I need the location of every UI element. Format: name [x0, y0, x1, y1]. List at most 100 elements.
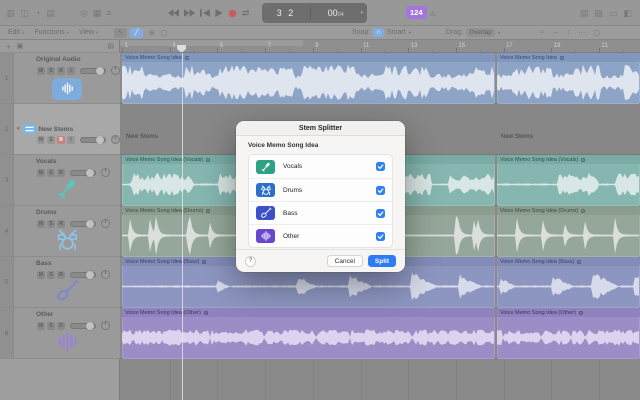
help-button[interactable]: ? [245, 256, 256, 267]
loops-icon[interactable]: ◫ [21, 9, 30, 18]
menu-edit[interactable]: Edit▾ [8, 29, 24, 36]
track-header-other[interactable]: 6OtherMSR [0, 308, 120, 359]
disclosure-triangle-icon[interactable]: ▾ [17, 126, 20, 132]
solo-button[interactable]: S [47, 136, 55, 144]
record-enable-button[interactable]: R [57, 67, 65, 75]
mute-button[interactable]: M [37, 322, 45, 330]
lcd-display[interactable]: 3 2 0004 ▾ [262, 3, 367, 23]
stop-button[interactable] [200, 9, 210, 17]
snap-value: Smart [387, 29, 406, 36]
track-header-original-audio[interactable]: 1Original AudioMSRI [0, 53, 120, 104]
region-label: Voice Memo Song Idea (Drums) [125, 208, 203, 214]
region-original-audio[interactable]: Voice Memo Song Idea [497, 53, 640, 104]
region-label: Voice Memo Song Idea (Vocals) [125, 157, 203, 163]
duplicate-track-button[interactable]: ▣ [17, 42, 24, 50]
region-badge-icon [560, 56, 564, 60]
split-button[interactable]: Split [368, 255, 396, 267]
mute-button[interactable]: M [37, 136, 45, 144]
track-number: 2 [0, 104, 14, 154]
forward-button[interactable] [184, 9, 195, 17]
library-icon[interactable]: ▥ [6, 9, 15, 18]
track-number: 3 [0, 155, 14, 205]
mute-button[interactable]: M [37, 169, 45, 177]
region-bass[interactable]: Voice Memo Song Idea (Bass) [497, 257, 640, 308]
volume-slider[interactable] [80, 68, 106, 74]
overview-icon[interactable]: ▢ [593, 29, 600, 37]
pan-knob[interactable] [101, 321, 110, 330]
pan-knob[interactable] [111, 135, 120, 144]
input-monitor-button[interactable]: I [67, 67, 75, 75]
region-other[interactable]: Voice Memo Song Idea (Other) [497, 308, 640, 359]
smart-controls-icon[interactable]: ◎ [80, 9, 88, 18]
mute-button[interactable]: M [37, 220, 45, 228]
bar-number: 19 [554, 43, 561, 49]
zoom-horizontal-icon[interactable]: ↔ [552, 29, 559, 36]
bar-ruler[interactable]: 13579111315171921 [120, 40, 640, 53]
checkbox-vocals[interactable] [376, 162, 385, 171]
region-vocals[interactable]: Voice Memo Song Idea (Vocals) [497, 155, 640, 206]
settings-icon[interactable]: ◧ [623, 9, 632, 18]
track-header-bass[interactable]: 5BassMSR [0, 257, 120, 308]
checkbox-bass[interactable] [376, 209, 385, 218]
pan-knob[interactable] [111, 66, 120, 75]
editors-icon[interactable]: ≡ [106, 9, 111, 18]
region-original-audio[interactable]: Voice Memo Song Idea [122, 53, 495, 104]
record-button[interactable] [228, 9, 237, 18]
region-badge-icon [581, 209, 585, 213]
menu-functions[interactable]: Functions▾ [34, 29, 69, 36]
transport-controls: ⇄ [168, 0, 250, 26]
chevron-down-icon[interactable]: ▾ [360, 10, 363, 16]
pencil-tool-button[interactable]: ╱ [130, 28, 143, 38]
notes-icon[interactable]: ▭ [609, 9, 618, 18]
rewind-button[interactable] [168, 9, 179, 17]
input-monitor-button[interactable]: I [67, 136, 75, 144]
region-other[interactable]: Voice Memo Song Idea (Other) [122, 308, 495, 359]
menu-view[interactable]: View▾ [79, 29, 98, 36]
add-track-button[interactable]: + [6, 42, 11, 51]
pan-knob[interactable] [101, 219, 110, 228]
mixer-icon[interactable]: ▦ [93, 9, 102, 18]
track-header-new-stems[interactable]: 2▾New StemsMSRI [0, 104, 120, 155]
volume-slider[interactable] [80, 137, 106, 143]
mute-button[interactable]: M [37, 271, 45, 279]
play-button[interactable] [215, 9, 223, 17]
tracks-toolbar: Edit▾ Functions▾ View▾ ↖ ╱ ⊕ ▢ Snap: ∩ Sma… [0, 26, 640, 40]
hide-tracks-icon[interactable]: ▤ [107, 42, 114, 50]
cycle-icon[interactable]: ⇄ [242, 8, 250, 19]
browsers-icon[interactable]: ▨ [594, 9, 603, 18]
record-enable-button[interactable]: R [57, 136, 65, 144]
track-header-drums[interactable]: 4DrumsMSR [0, 206, 120, 257]
drums-icon [256, 183, 275, 197]
frame-icon[interactable]: ▢ [161, 29, 168, 37]
crosshair-icon[interactable]: ⊕ [149, 29, 155, 37]
solo-button[interactable]: S [47, 67, 55, 75]
list-editors-icon[interactable]: ▤ [580, 9, 589, 18]
pointer-tool-button[interactable]: ↖ [114, 28, 127, 38]
cycle-range[interactable] [120, 40, 303, 46]
tempo-badge[interactable]: 124 [406, 6, 427, 19]
track-header-vocals[interactable]: 3VocalsMSR [0, 155, 120, 206]
magnet-icon: ∩ [373, 28, 384, 37]
checkbox-other[interactable] [376, 232, 385, 241]
more-icon[interactable]: ⋯ [578, 29, 585, 37]
metronome-icon[interactable]: ◬ [430, 8, 436, 17]
bar-number: 13 [411, 43, 418, 49]
region-badge-icon [206, 158, 210, 162]
quick-help-icon[interactable]: ◔ [35, 9, 40, 18]
stem-row-other: Other [249, 224, 392, 247]
pan-knob[interactable] [101, 168, 110, 177]
drag-control[interactable]: Drag: Overlap ▾ [446, 26, 500, 39]
zoom-controls: ≈ ↔ ↕ ⋯ ▢ [540, 26, 600, 39]
mute-button[interactable]: M [37, 67, 45, 75]
snap-control[interactable]: Snap: ∩ Smart ▾ [352, 26, 411, 39]
checkbox-drums[interactable] [376, 186, 385, 195]
cancel-button[interactable]: Cancel [327, 255, 363, 267]
zoom-vertical-icon[interactable]: ↕ [567, 29, 571, 36]
playhead-marker[interactable] [177, 45, 186, 53]
pan-knob[interactable] [101, 270, 110, 279]
playhead[interactable] [182, 53, 183, 400]
region-drums[interactable]: Voice Memo Song Idea (Drums) [497, 206, 640, 257]
toolbar-toggle-icon[interactable]: ▤ [46, 9, 55, 18]
right-toggles: ▤ ▨ ▭ ◧ [580, 0, 632, 26]
waveform-zoom-icon[interactable]: ≈ [540, 29, 544, 36]
